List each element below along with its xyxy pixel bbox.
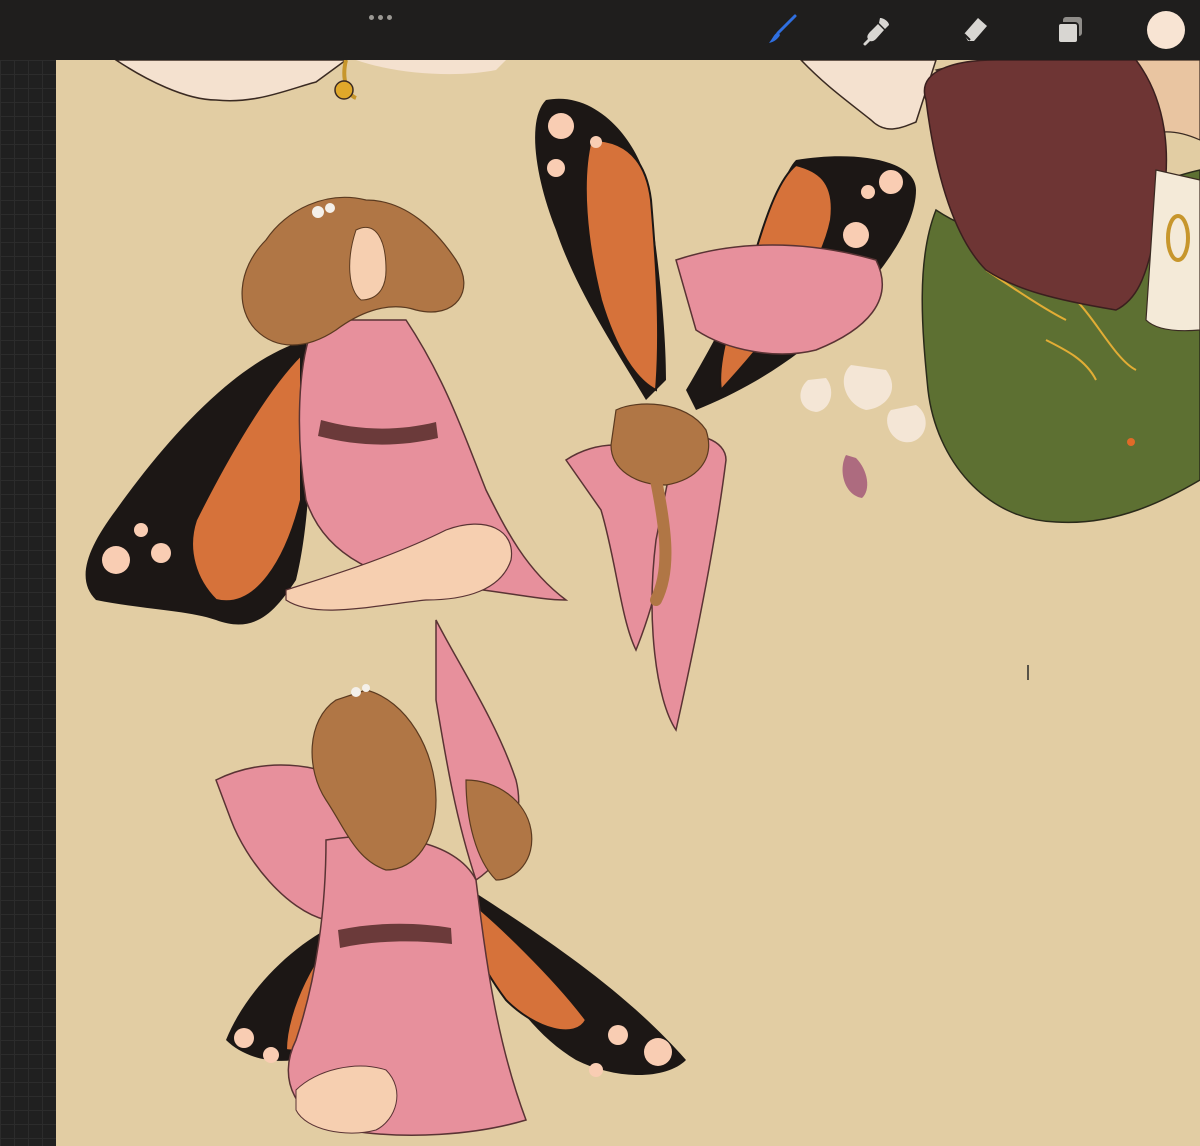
artwork	[85, 60, 1200, 1136]
left-sidebar	[0, 60, 56, 1146]
layers-icon	[1057, 17, 1082, 44]
eraser-icon	[963, 18, 987, 41]
smudge-tool-button[interactable]	[856, 8, 900, 52]
more-dots-icon[interactable]	[364, 8, 396, 26]
layers-button[interactable]	[1048, 8, 1092, 52]
brush-icon	[769, 14, 797, 43]
fairy-flying	[535, 98, 916, 732]
cloud-blob	[800, 378, 832, 412]
gold-charm	[334, 80, 354, 100]
top-toolbar	[0, 0, 1200, 60]
eraser-tool-button[interactable]	[952, 8, 996, 52]
top-left-cloud	[114, 60, 348, 102]
drawing-canvas[interactable]	[56, 60, 1200, 1146]
current-color-swatch	[1147, 11, 1185, 49]
smudge-icon	[863, 18, 889, 46]
color-picker-button[interactable]	[1144, 8, 1188, 52]
top-right-cloud	[799, 60, 937, 130]
mauve-blob	[842, 455, 868, 498]
fairy-seated	[85, 196, 569, 625]
brush-tool-button[interactable]	[760, 8, 804, 52]
green-dress-figure	[921, 60, 1200, 524]
fairy-kneeling	[215, 619, 686, 1136]
